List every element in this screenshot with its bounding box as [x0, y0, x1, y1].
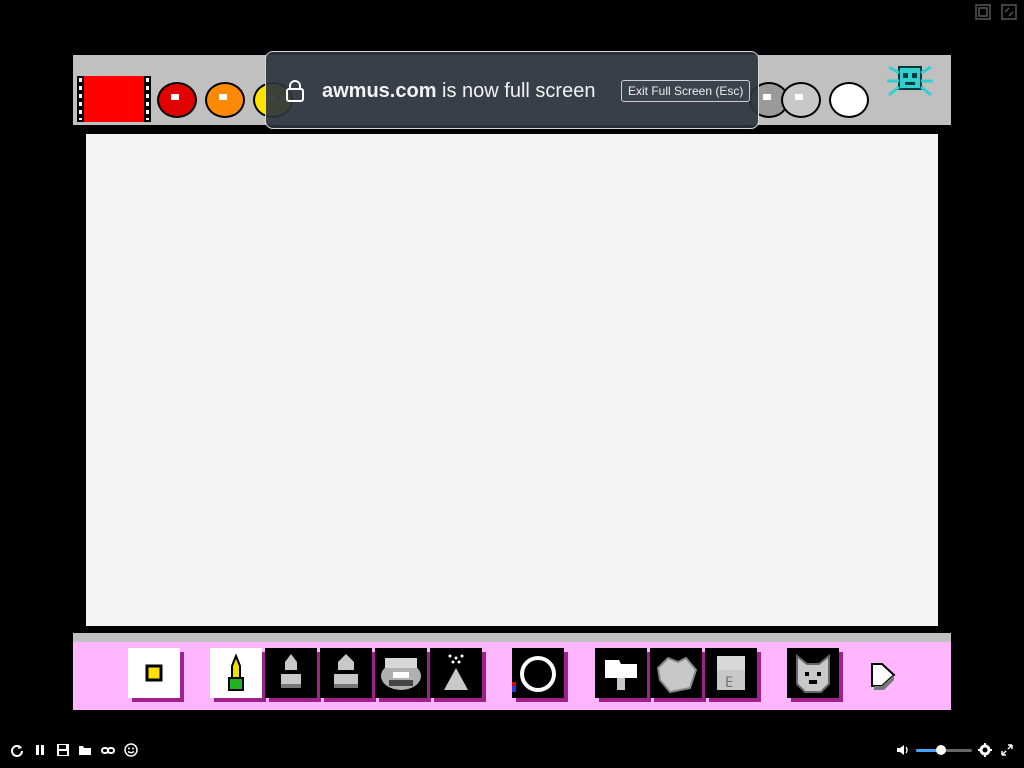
palette-swatch-light-gray[interactable]: [781, 82, 821, 118]
drawing-canvas[interactable]: [86, 134, 938, 626]
drawing-canvas-frame: [79, 127, 945, 633]
hand-scroll-tool[interactable]: [650, 648, 702, 698]
dog-character-tool[interactable]: [787, 648, 839, 698]
fullscreen-toggle-icon[interactable]: [1000, 743, 1014, 757]
open-folder-icon[interactable]: [78, 743, 92, 757]
fullscreen-notification: awmus.com is now full screen Exit Full S…: [265, 51, 759, 129]
save-icon[interactable]: [56, 743, 70, 757]
restart-icon[interactable]: [10, 743, 24, 757]
volume-slider[interactable]: [916, 745, 972, 755]
pause-icon[interactable]: [33, 743, 47, 757]
site-domain: awmus.com: [322, 80, 437, 102]
marker-tool[interactable]: [265, 648, 317, 698]
player-control-bar: [0, 738, 1024, 764]
svg-text:E: E: [725, 675, 733, 691]
bug-mascot-icon[interactable]: [885, 63, 935, 99]
exit-fullscreen-button[interactable]: Exit Full Screen (Esc): [621, 80, 751, 102]
settings-gear-icon[interactable]: [978, 743, 992, 757]
tool-bar: E: [73, 642, 951, 710]
link-icon[interactable]: [101, 743, 115, 757]
paint-game: E: [73, 55, 951, 710]
window-fullscreen-icon[interactable]: [1000, 3, 1018, 21]
lock-icon: [284, 79, 306, 103]
volume-knob[interactable]: [936, 745, 947, 755]
palette-swatch-white[interactable]: [829, 82, 869, 118]
palette-swatch-orange[interactable]: [205, 82, 245, 118]
stamp-face-tool[interactable]: [375, 648, 427, 698]
fullscreen-message-text: is now full screen: [436, 80, 596, 102]
smiley-icon[interactable]: [124, 743, 138, 757]
pencil-tool[interactable]: [210, 648, 262, 698]
thick-marker-tool[interactable]: [320, 648, 372, 698]
eraser-tool[interactable]: E: [705, 648, 757, 698]
fullscreen-message: awmus.com is now full screen: [322, 80, 595, 103]
paint-bucket-tool[interactable]: [595, 648, 647, 698]
shape-circle-tool[interactable]: [512, 648, 564, 698]
spray-tool[interactable]: [430, 648, 482, 698]
canvas-border: [73, 633, 951, 642]
current-color-swatch: [77, 76, 151, 122]
palette-swatch-red[interactable]: [157, 82, 197, 118]
brush-size-button[interactable]: [128, 648, 180, 698]
volume-icon[interactable]: [896, 743, 910, 757]
next-arrow-icon[interactable]: [868, 660, 898, 690]
window-restore-icon[interactable]: [974, 3, 992, 21]
